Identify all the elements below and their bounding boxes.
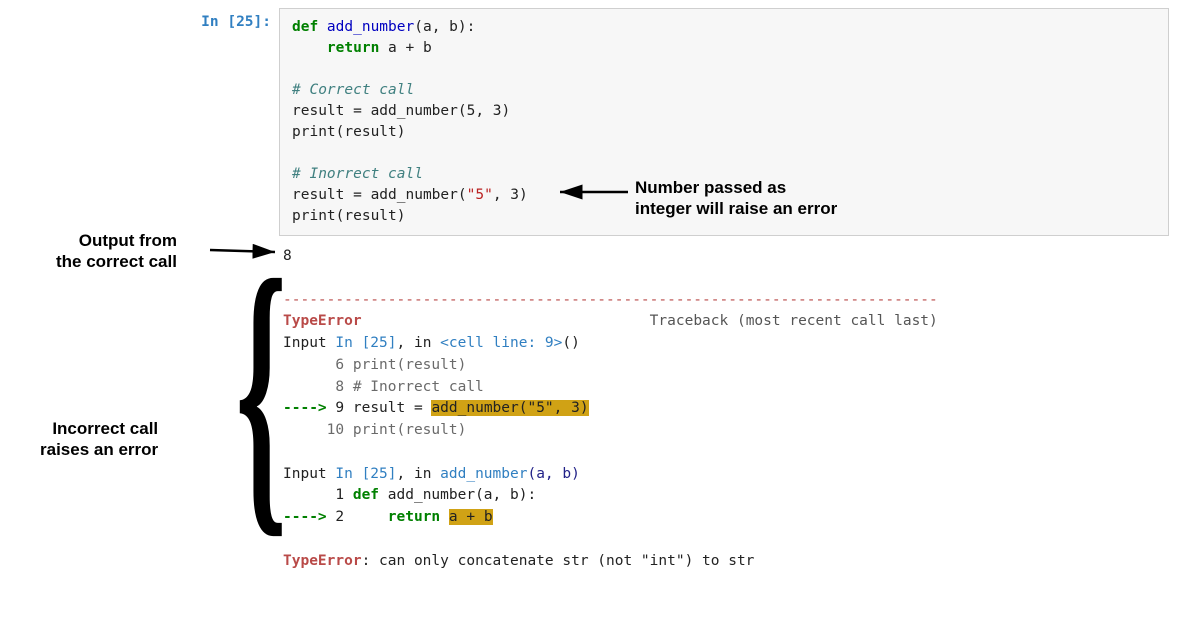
tb-def-lineno: 1 <box>283 487 353 503</box>
tb-in: , in <box>397 335 441 351</box>
keyword-return: return <box>327 40 379 56</box>
prompt-number: 25 <box>236 14 253 30</box>
code-line-9a: result = add_number( <box>292 187 467 203</box>
comment-correct: # Correct call <box>292 82 414 98</box>
function-name: add_number <box>327 19 414 35</box>
code-line-10: print(result) <box>292 208 406 224</box>
tb-line-6: 6 print(result) <box>283 357 466 373</box>
tb-assign: result = <box>353 400 432 416</box>
string-literal: "5" <box>467 187 493 203</box>
tb2-params: (a, b) <box>527 466 579 482</box>
brace-icon: { <box>236 234 287 546</box>
tb-def-kw: def <box>353 487 379 503</box>
tb2-in: , in <box>397 466 441 482</box>
prompt-label: In [ <box>201 14 236 30</box>
tb-input: Input <box>283 335 335 351</box>
tb-location: <cell line: 9> <box>440 335 562 351</box>
traceback-label: Traceback (most recent call last) <box>650 313 938 329</box>
tb-return-kw: return <box>388 509 440 525</box>
error-separator: ----------------------------------------… <box>283 292 938 308</box>
tb-arrow-2: ----> <box>283 509 335 525</box>
tb-line-10: 10 print(result) <box>283 422 466 438</box>
final-error-name: TypeError <box>283 553 362 569</box>
tb-lineno-2: 2 <box>335 509 387 525</box>
output-area: 8 --------------------------------------… <box>283 246 1173 572</box>
prompt-close: ]: <box>254 14 271 30</box>
tb-line-8: 8 # Inorrect call <box>283 379 484 395</box>
tb-lineno-9: 9 <box>335 400 352 416</box>
tb-highlight-call: add_number("5", 3) <box>431 400 588 416</box>
annotation-number-passed: Number passed as integer will raise an e… <box>635 177 837 220</box>
tb2-fn: add_number <box>440 466 527 482</box>
code-line-9b: , 3) <box>493 187 528 203</box>
annotation-output-correct: Output from the correct call <box>56 230 177 273</box>
tb2-input: Input <box>283 466 335 482</box>
comment-incorrect: # Inorrect call <box>292 166 423 182</box>
tb-arrow: ----> <box>283 400 335 416</box>
tb2-cellref: In [25] <box>335 466 396 482</box>
final-error-msg: : can only concatenate str (not "int") t… <box>362 553 755 569</box>
tb-highlight-expr: a + b <box>449 509 493 525</box>
tb-cellref: In [25] <box>335 335 396 351</box>
params: (a, b): <box>414 19 475 35</box>
input-prompt: In [25]: <box>195 8 279 30</box>
code-line-6: print(result) <box>292 124 406 140</box>
tb-def-rest: add_number(a, b): <box>379 487 536 503</box>
code-line-5: result = add_number(5, 3) <box>292 103 510 119</box>
keyword-def: def <box>292 19 327 35</box>
error-name: TypeError <box>283 313 362 329</box>
tb-parens: () <box>562 335 579 351</box>
return-expr: a + b <box>379 40 431 56</box>
annotation-incorrect-call: Incorrect call raises an error <box>40 418 158 461</box>
